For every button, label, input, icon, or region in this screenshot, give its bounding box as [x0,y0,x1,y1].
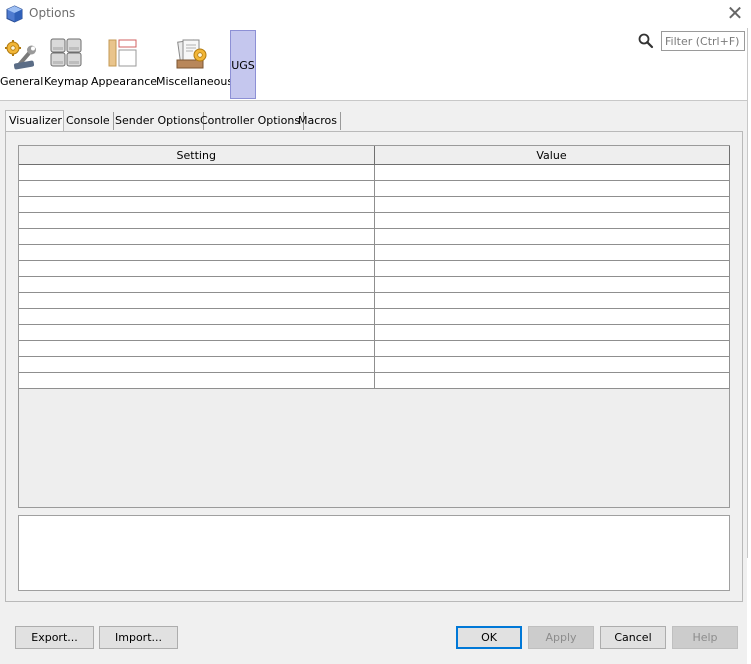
table-row[interactable] [19,212,730,229]
table-row[interactable] [19,180,730,197]
table-row[interactable] [19,292,730,309]
value-cell[interactable] [373,324,730,341]
value-cell[interactable] [373,228,730,245]
value-cell[interactable] [373,260,730,277]
setting-cell[interactable] [19,356,375,373]
wrench-gear-icon [5,40,36,70]
tab-controller-options[interactable]: Controller Options [197,112,305,130]
table-row[interactable] [19,196,730,213]
setting-cell[interactable] [19,308,375,325]
search-icon [638,33,654,49]
category-ugs-label: UGS [231,59,255,72]
setting-cell[interactable] [19,372,375,389]
visualizer-panel: Setting Value [5,131,743,602]
description-area [18,515,730,591]
keyboard-keys-icon [50,38,82,67]
value-cell[interactable] [373,292,730,309]
category-keymap-label: Keymap [44,75,89,88]
options-window: Options ✕ General Keymap Appearance Misc… [0,0,751,664]
ok-button[interactable]: OK [456,626,522,649]
table-header-row: Setting Value [19,146,730,165]
setting-cell[interactable] [19,228,375,245]
help-button[interactable]: Help [672,626,738,649]
value-cell[interactable] [373,196,730,213]
category-keymap[interactable]: Keymap [44,28,88,99]
tab-sender-options[interactable]: Sender Options [112,112,204,130]
value-cell[interactable] [373,356,730,373]
category-appearance[interactable]: Appearance [91,28,158,99]
setting-cell[interactable] [19,340,375,357]
title-bar: Options ✕ [0,0,751,28]
category-miscellaneous[interactable]: Miscellaneous [156,28,234,99]
table-row[interactable] [19,244,730,261]
category-ugs[interactable]: UGS [230,30,256,99]
category-miscellaneous-label: Miscellaneous [156,75,234,88]
appearance-layout-icon [108,39,137,67]
value-cell[interactable] [373,340,730,357]
setting-cell[interactable] [19,292,375,309]
table-row[interactable] [19,356,730,373]
table-row[interactable] [19,276,730,293]
settings-table: Setting Value [19,146,730,389]
close-button[interactable]: ✕ [722,0,748,26]
tab-console[interactable]: Console [63,112,114,130]
value-cell[interactable] [373,180,730,197]
value-cell[interactable] [373,244,730,261]
table-row[interactable] [19,260,730,277]
setting-cell[interactable] [19,164,375,181]
table-row[interactable] [19,228,730,245]
settings-table-area: Setting Value [18,145,730,508]
window-edge-line [747,28,748,558]
filter-input[interactable] [661,31,745,51]
apply-button[interactable]: Apply [528,626,594,649]
cancel-button[interactable]: Cancel [600,626,666,649]
value-cell[interactable] [373,276,730,293]
import-button[interactable]: Import... [99,626,178,649]
value-cell[interactable] [373,164,730,181]
setting-cell[interactable] [19,196,375,213]
column-header-value[interactable]: Value [373,146,730,165]
setting-cell[interactable] [19,244,375,261]
tab-macros[interactable]: Macros [295,112,342,130]
documents-gear-icon [176,39,207,69]
table-row[interactable] [19,340,730,357]
export-button[interactable]: Export... [15,626,94,649]
tab-visualizer[interactable]: Visualizer [5,110,64,132]
category-general[interactable]: General [0,28,44,99]
setting-cell[interactable] [19,260,375,277]
setting-cell[interactable] [19,276,375,293]
category-appearance-label: Appearance [91,75,158,88]
value-cell[interactable] [373,308,730,325]
cube-app-icon [6,5,23,23]
category-general-label: General [0,75,44,88]
table-row[interactable] [19,324,730,341]
window-title: Options [29,6,76,20]
setting-cell[interactable] [19,212,375,229]
value-cell[interactable] [373,212,730,229]
column-header-setting[interactable]: Setting [19,146,375,165]
setting-cell[interactable] [19,324,375,341]
value-cell[interactable] [373,372,730,389]
category-toolbar: General Keymap Appearance Miscellaneous … [0,28,751,101]
table-row[interactable] [19,308,730,325]
table-row[interactable] [19,372,730,389]
setting-cell[interactable] [19,180,375,197]
table-row[interactable] [19,164,730,181]
